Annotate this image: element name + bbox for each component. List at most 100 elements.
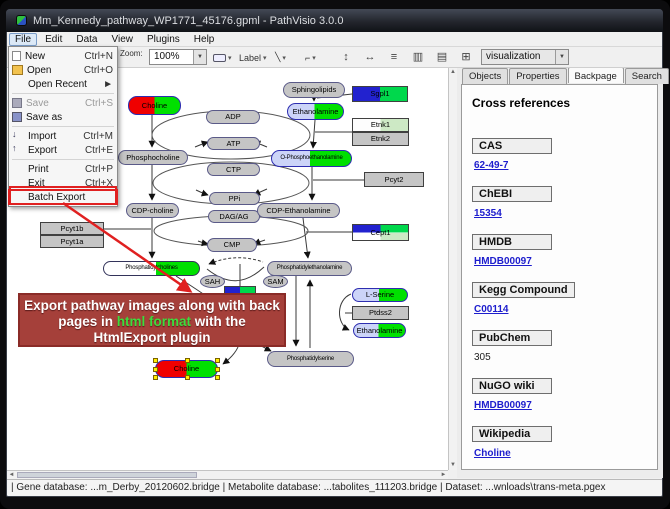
crossref-link-hmdb00097[interactable]: HMDB00097 (474, 400, 532, 411)
stack-horizontal-icon[interactable]: ≡ (385, 49, 403, 66)
pathway-node-sphingolipids[interactable]: Sphingolipids (283, 82, 345, 98)
scroll-left-icon[interactable]: ◄ (7, 471, 16, 479)
selection-handle[interactable] (185, 375, 190, 380)
scroll-right-icon[interactable]: ► (439, 471, 448, 479)
canvas-vertical-scrollbar[interactable]: ▲ ▼ (448, 68, 457, 470)
crossref-link-c00114[interactable]: C00114 (474, 304, 508, 315)
pathway-node-phosphocholine[interactable]: Phosphocholine (118, 150, 188, 165)
pathway-node-ptdss2[interactable]: Ptdss2 (352, 306, 409, 320)
align-center-vertical-icon[interactable]: ↕ (337, 49, 355, 66)
pathway-node-ethanolamine[interactable]: Ethanolamine (353, 323, 406, 338)
menu-item-save-as[interactable]: Save as (9, 110, 117, 124)
menu-item-export[interactable]: ExportCtrl+E (9, 143, 117, 157)
backpage-section-chebi: ChEBI15354 (472, 184, 657, 219)
pathway-node-phosphatidylserine[interactable]: Phosphatidylserine (267, 351, 354, 367)
menu-item-shortcut: Ctrl+M (83, 131, 113, 142)
menu-help[interactable]: Help (188, 33, 221, 46)
scroll-down-icon[interactable]: ▼ (449, 461, 457, 470)
label-tool-button[interactable]: Label ▾ (237, 50, 269, 65)
selection-handle[interactable] (215, 367, 220, 372)
pathway-node-o-phosphoethanolamine[interactable]: O-Phosphoethanolamine (271, 150, 352, 167)
pathway-node-phosphatidylethanolamine[interactable]: Phosphatidylethanolamine (267, 261, 352, 276)
selection-handle[interactable] (153, 375, 158, 380)
menu-plugins[interactable]: Plugins (141, 33, 186, 46)
pathway-node-cdp-ethanolamine[interactable]: CDP-Ethanolamine (257, 203, 340, 218)
canvas-horizontal-scrollbar[interactable]: ◄ ► (7, 470, 448, 479)
pathway-node-etnk2[interactable]: Etnk2 (352, 132, 409, 146)
pathway-node-ethanolamine[interactable]: Ethanolamine (287, 103, 344, 120)
section-value: C00114 (474, 304, 657, 315)
crossref-link-15354[interactable]: 15354 (474, 208, 502, 219)
crossref-link-62-49-7[interactable]: 62-49-7 (474, 160, 508, 171)
pathway-node-ctp[interactable]: CTP (207, 163, 260, 176)
backpage-section-hmdb: HMDBHMDB00097 (472, 232, 657, 267)
pathway-node-sgpl1[interactable]: Sgpl1 (352, 86, 408, 102)
menu-item-open-recent[interactable]: Open Recent► (9, 77, 117, 91)
selection-handle[interactable] (153, 367, 158, 372)
connector-tool-icon: ⌐ (305, 53, 310, 63)
pathway-node-cept1[interactable]: Cept1 (352, 224, 409, 241)
pathway-node-adp[interactable]: ADP (206, 110, 260, 124)
tab-search[interactable]: Search (625, 68, 669, 84)
chevron-down-icon[interactable]: ▾ (263, 54, 267, 62)
menu-item-open[interactable]: OpenCtrl+O (9, 63, 117, 77)
chevron-down-icon[interactable]: ▾ (228, 54, 232, 62)
stack-vertical-icon[interactable]: ▥ (409, 49, 427, 66)
pathway-node-cdp-choline[interactable]: CDP-choline (126, 203, 179, 218)
scrollbar-thumb[interactable] (17, 472, 197, 478)
pathway-node-pcyt2[interactable]: Pcyt2 (364, 172, 424, 187)
align-center-horizontal-icon[interactable]: ↔ (361, 49, 379, 66)
chevron-down-icon[interactable]: ▼ (193, 50, 206, 64)
match-height-icon[interactable]: ⊞ (457, 49, 475, 66)
section-value: 305 (474, 352, 657, 363)
menu-item-save[interactable]: SaveCtrl+S (9, 96, 117, 110)
selection-handle[interactable] (185, 358, 190, 363)
section-value: Choline (474, 448, 657, 459)
menu-file[interactable]: File (9, 33, 37, 46)
visualization-value: visualization (486, 51, 540, 62)
zoom-combobox[interactable]: 100% ▼ (149, 49, 207, 65)
chevron-down-icon[interactable]: ▾ (312, 54, 316, 62)
pathway-node-choline[interactable]: Choline (128, 96, 181, 115)
pathway-node-sam[interactable]: SAM (263, 275, 288, 288)
line-tool-button[interactable]: ╲ ▾ (273, 50, 288, 65)
pathway-node-choline[interactable]: Choline (155, 360, 218, 378)
pathway-node-pcyt1a[interactable]: Pcyt1a (40, 235, 104, 248)
pathway-node-sah[interactable]: SAH (200, 275, 225, 288)
connector-tool-button[interactable]: ⌐ ▾ (303, 50, 318, 65)
export-icon (12, 145, 24, 155)
visualization-combobox[interactable]: visualization ▼ (481, 49, 569, 65)
menu-item-label: Save (26, 98, 85, 109)
menu-data[interactable]: Data (70, 33, 103, 46)
selection-handle[interactable] (153, 358, 158, 363)
tab-backpage[interactable]: Backpage (568, 67, 624, 83)
window-title: Mm_Kennedy_pathway_WP1771_45176.gpml - P… (33, 15, 343, 27)
pathway-node-l-serine[interactable]: L-Serine (352, 288, 408, 302)
menu-item-shortcut: Ctrl+P (85, 164, 113, 175)
tab-objects[interactable]: Objects (462, 68, 508, 84)
menu-item-new[interactable]: NewCtrl+N (9, 49, 117, 63)
menu-view[interactable]: View (105, 33, 139, 46)
tab-properties[interactable]: Properties (509, 68, 566, 84)
crossref-link-hmdb00097[interactable]: HMDB00097 (474, 256, 532, 267)
pathway-node-cmp[interactable]: CMP (207, 238, 257, 252)
scroll-up-icon[interactable]: ▲ (449, 68, 457, 77)
pathway-node-pcyt1b[interactable]: Pcyt1b (40, 222, 104, 235)
pathway-node-phosphatidylcholines[interactable]: Phosphatidylcholines (103, 261, 200, 276)
menu-item-shortcut: Ctrl+N (84, 51, 113, 62)
chevron-down-icon[interactable]: ▼ (555, 50, 568, 64)
chevron-down-icon[interactable]: ▾ (282, 54, 286, 62)
menu-edit[interactable]: Edit (39, 33, 68, 46)
menu-item-print[interactable]: PrintCtrl+P (9, 162, 117, 176)
callout-line2: pages in html format with the (20, 314, 284, 330)
pathway-node-atp[interactable]: ATP (207, 137, 260, 150)
match-width-icon[interactable]: ▤ (433, 49, 451, 66)
pathway-node-etnk1[interactable]: Etnk1 (352, 118, 409, 132)
crossref-link-choline[interactable]: Choline (474, 448, 511, 459)
menu-item-import[interactable]: ImportCtrl+M (9, 129, 117, 143)
gene-tool-button[interactable]: ▾ (211, 50, 234, 65)
selection-handle[interactable] (215, 375, 220, 380)
selection-handle[interactable] (215, 358, 220, 363)
pathway-node-ppi[interactable]: PPi (209, 192, 260, 205)
pathway-node-dag-ag[interactable]: DAG/AG (208, 210, 260, 223)
